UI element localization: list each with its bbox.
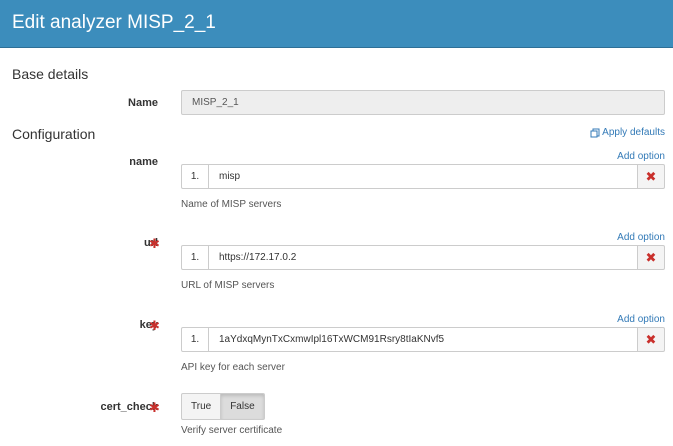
analyzer-name-value: MISP_2_1 (192, 97, 239, 108)
name-add-option-link[interactable]: Add option (617, 151, 665, 162)
cert-check-toggle: True False (181, 393, 265, 420)
name-option-delete-button[interactable]: ✖ (637, 164, 665, 189)
config-name-label: name (129, 156, 158, 168)
cert-check-false-button[interactable]: False (221, 393, 265, 420)
config-cert-check-label: cert_check (100, 401, 159, 413)
modal-header: Edit analyzer MISP_2_1 (0, 0, 673, 48)
cert-check-true-button[interactable]: True (181, 393, 222, 420)
apply-defaults-label: Apply defaults (602, 127, 665, 138)
url-option-input[interactable] (208, 245, 638, 270)
url-option-index: 1. (181, 245, 209, 270)
key-help-text: API key for each server (181, 362, 285, 373)
url-option-delete-button[interactable]: ✖ (637, 245, 665, 270)
name-option-index: 1. (181, 164, 209, 189)
cert-check-help-text: Verify server certificate (181, 425, 283, 436)
name-label: Name (128, 97, 158, 109)
copy-icon (590, 128, 600, 137)
name-help-text: Name of MISP servers (181, 199, 282, 210)
apply-defaults-link[interactable]: Apply defaults (590, 127, 665, 138)
modal-title: Edit analyzer MISP_2_1 (12, 12, 216, 33)
times-icon: ✖ (645, 169, 657, 184)
name-option-input[interactable] (208, 164, 638, 189)
key-option-input[interactable] (208, 327, 638, 352)
configuration-title: Configuration (12, 126, 96, 142)
base-details-title: Base details (12, 66, 89, 82)
times-icon: ✖ (645, 332, 657, 347)
name-option-row: 1. ✖ (181, 164, 665, 189)
config-key-label: key (139, 319, 158, 331)
url-option-row: 1. ✖ (181, 245, 665, 270)
url-add-option-link[interactable]: Add option (617, 232, 665, 243)
asterisk-icon: ✱ (149, 400, 160, 415)
times-icon: ✖ (645, 250, 657, 265)
asterisk-icon: ✱ (149, 236, 160, 251)
analyzer-name-field: MISP_2_1 (181, 90, 665, 115)
url-help-text: URL of MISP servers (181, 280, 275, 291)
asterisk-icon: ✱ (149, 318, 160, 333)
key-add-option-link[interactable]: Add option (617, 314, 665, 325)
key-option-delete-button[interactable]: ✖ (637, 327, 665, 352)
key-option-row: 1. ✖ (181, 327, 665, 352)
config-url-label: url (143, 237, 158, 249)
key-option-index: 1. (181, 327, 209, 352)
